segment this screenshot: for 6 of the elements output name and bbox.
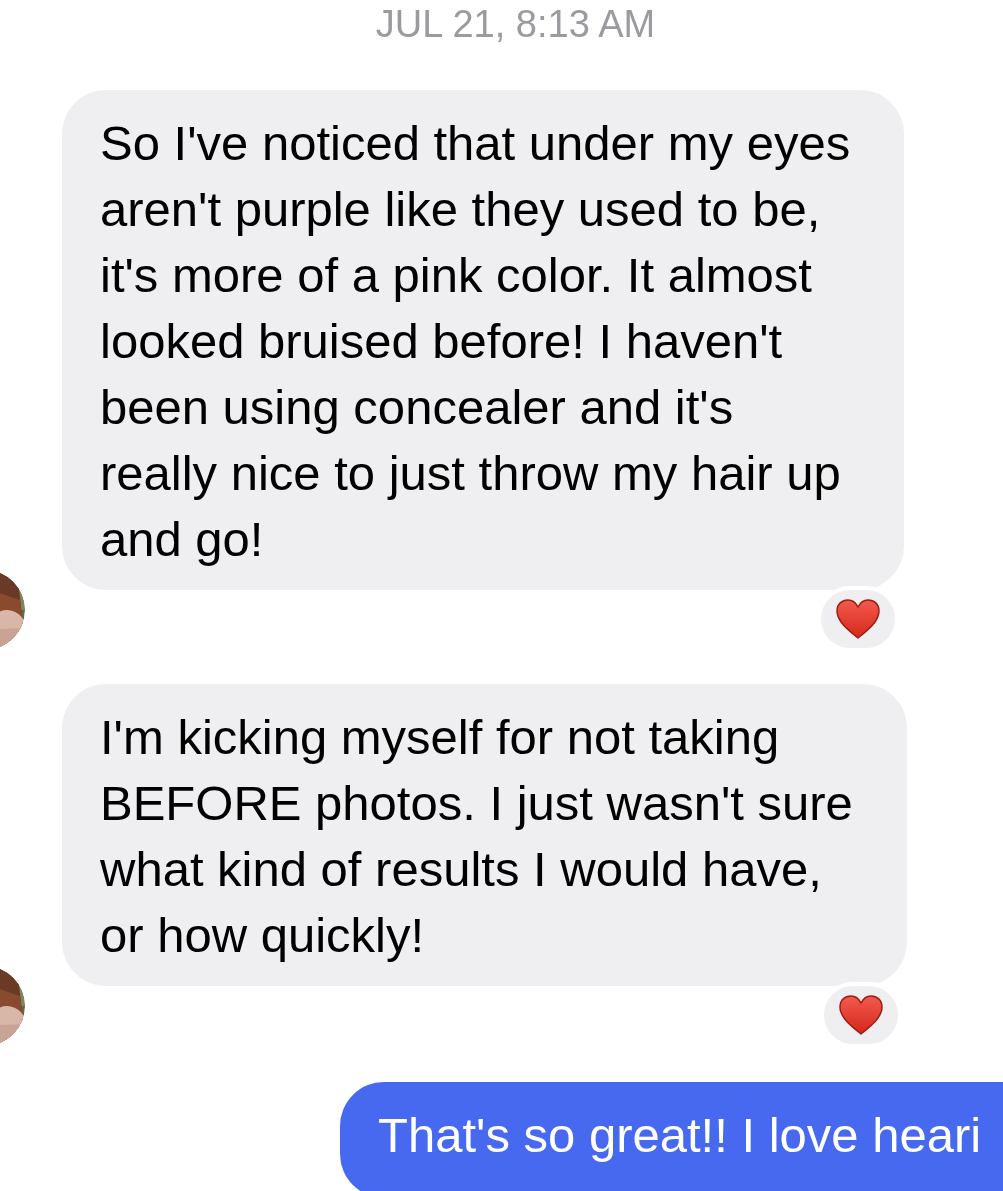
incoming-message: So I've noticed that under my eyes aren't purple like they used to be, it's more of a pink color. It almost looked bruised before! I haven't been using concealer and it's really nice to just throw my hair up and go! bbox=[62, 90, 905, 590]
timestamp: JUL 21, 8:13 AM bbox=[375, 2, 656, 46]
outgoing-message: That's so great!! I love heari bbox=[340, 1082, 1003, 1191]
incoming-message: I'm kicking myself for not taking BEFORE photos. I just wasn't sure what kind of results I would have, or how quickly! bbox=[62, 684, 907, 986]
heart-icon bbox=[837, 994, 884, 1036]
heart-icon bbox=[835, 598, 882, 640]
